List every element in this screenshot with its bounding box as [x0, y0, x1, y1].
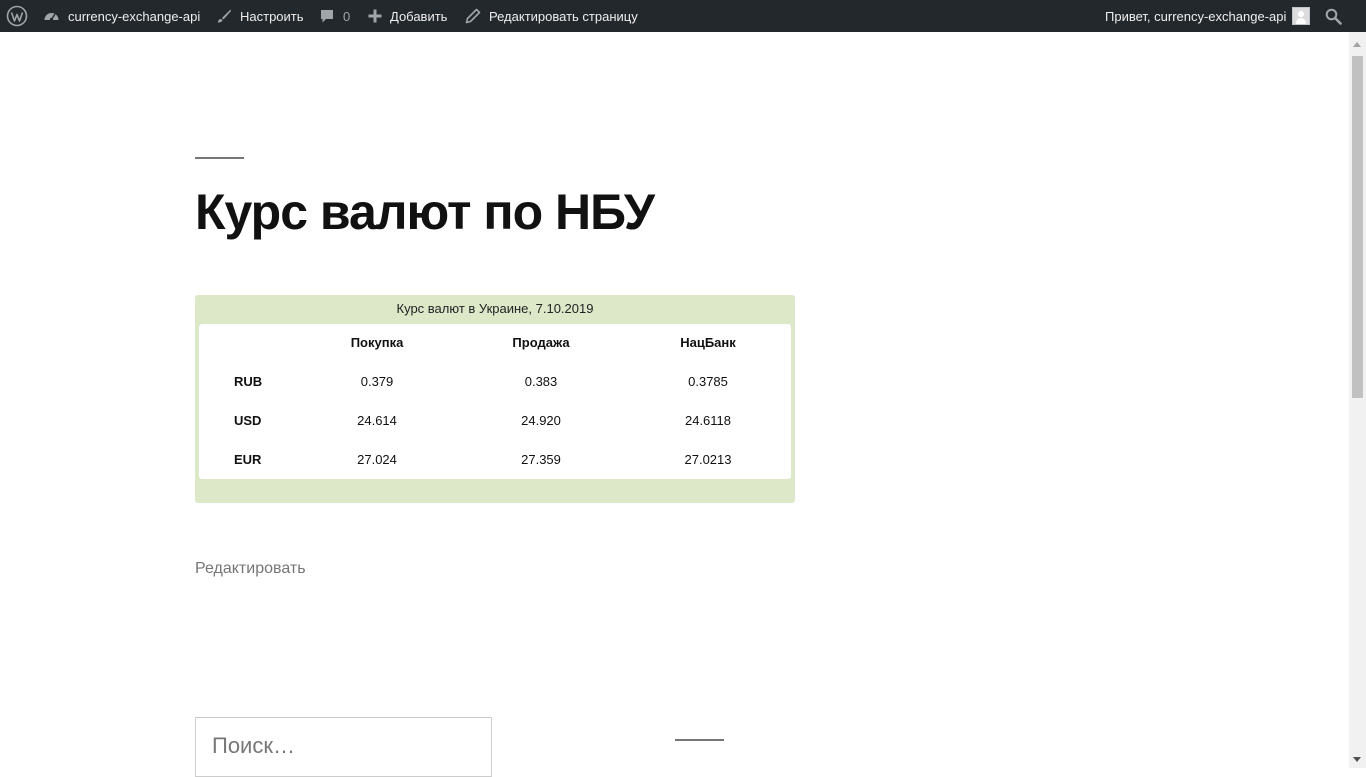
eur-buy: 27.024 — [357, 452, 397, 467]
edit-page-link[interactable]: Редактировать страницу — [465, 0, 638, 32]
usd-nbu: 24.6118 — [684, 413, 732, 428]
row-code-rub: RUB — [234, 374, 263, 389]
scrollbar-thumb[interactable] — [1352, 56, 1363, 398]
scrollbar[interactable] — [1349, 32, 1366, 768]
widget-divider — [675, 739, 724, 741]
search-toggle[interactable] — [1325, 0, 1342, 32]
usd-buy: 24.614 — [357, 413, 397, 428]
greeting-label: Привет, currency-exchange-api — [1105, 8, 1287, 24]
title-divider — [195, 157, 244, 159]
rub-buy: 0.379 — [360, 374, 394, 389]
search-form — [195, 717, 492, 777]
edit-page-label: Редактировать страницу — [489, 8, 638, 24]
usd-sell: 24.920 — [521, 413, 561, 428]
admin-bar: currency-exchange-api Настроить 0 Добави… — [0, 0, 1366, 32]
rates-table: Покупка Продажа НацБанк RUB 0.379 0.383 … — [199, 324, 791, 479]
add-new-menu[interactable]: Добавить — [368, 0, 447, 32]
site-name-menu[interactable]: currency-exchange-api — [43, 0, 200, 32]
scroll-down-arrow-icon[interactable] — [1353, 757, 1361, 762]
add-label: Добавить — [390, 8, 448, 24]
rates-caption: Курс валют в Украине, 7.10.2019 — [396, 301, 594, 316]
page-title: Курс валют по НБУ — [195, 184, 655, 240]
eur-nbu: 27.0213 — [684, 452, 732, 467]
row-code-eur: EUR — [234, 452, 262, 467]
avatar — [1292, 7, 1311, 25]
currency-rates-widget: Курс валют в Украине, 7.10.2019 Покупка … — [195, 295, 795, 503]
row-code-usd: USD — [234, 413, 262, 428]
customize-label: Настроить — [240, 8, 304, 24]
eur-sell: 27.359 — [521, 452, 561, 467]
wordpress-logo-icon[interactable] — [6, 0, 28, 32]
edit-link[interactable]: Редактировать — [195, 560, 306, 578]
column-header-buy: Покупка — [350, 335, 404, 350]
search-icon — [1325, 8, 1342, 25]
search-input[interactable] — [210, 732, 480, 760]
pencil-icon — [465, 8, 481, 24]
plus-icon — [368, 9, 382, 23]
rub-sell: 0.383 — [524, 374, 558, 389]
site-name-label: currency-exchange-api — [68, 8, 201, 24]
comments-link[interactable]: 0 — [319, 0, 350, 32]
comments-count: 0 — [343, 8, 351, 24]
comment-icon — [319, 8, 335, 24]
scroll-up-arrow-icon[interactable] — [1353, 42, 1361, 47]
dashboard-icon — [43, 8, 60, 25]
column-header-sell: Продажа — [512, 335, 570, 350]
my-account-menu[interactable]: Привет, currency-exchange-api — [1105, 0, 1311, 32]
rub-nbu: 0.3785 — [688, 374, 728, 389]
brush-icon — [216, 8, 232, 24]
customize-link[interactable]: Настроить — [216, 0, 304, 32]
column-header-nbu: НацБанк — [680, 335, 736, 350]
